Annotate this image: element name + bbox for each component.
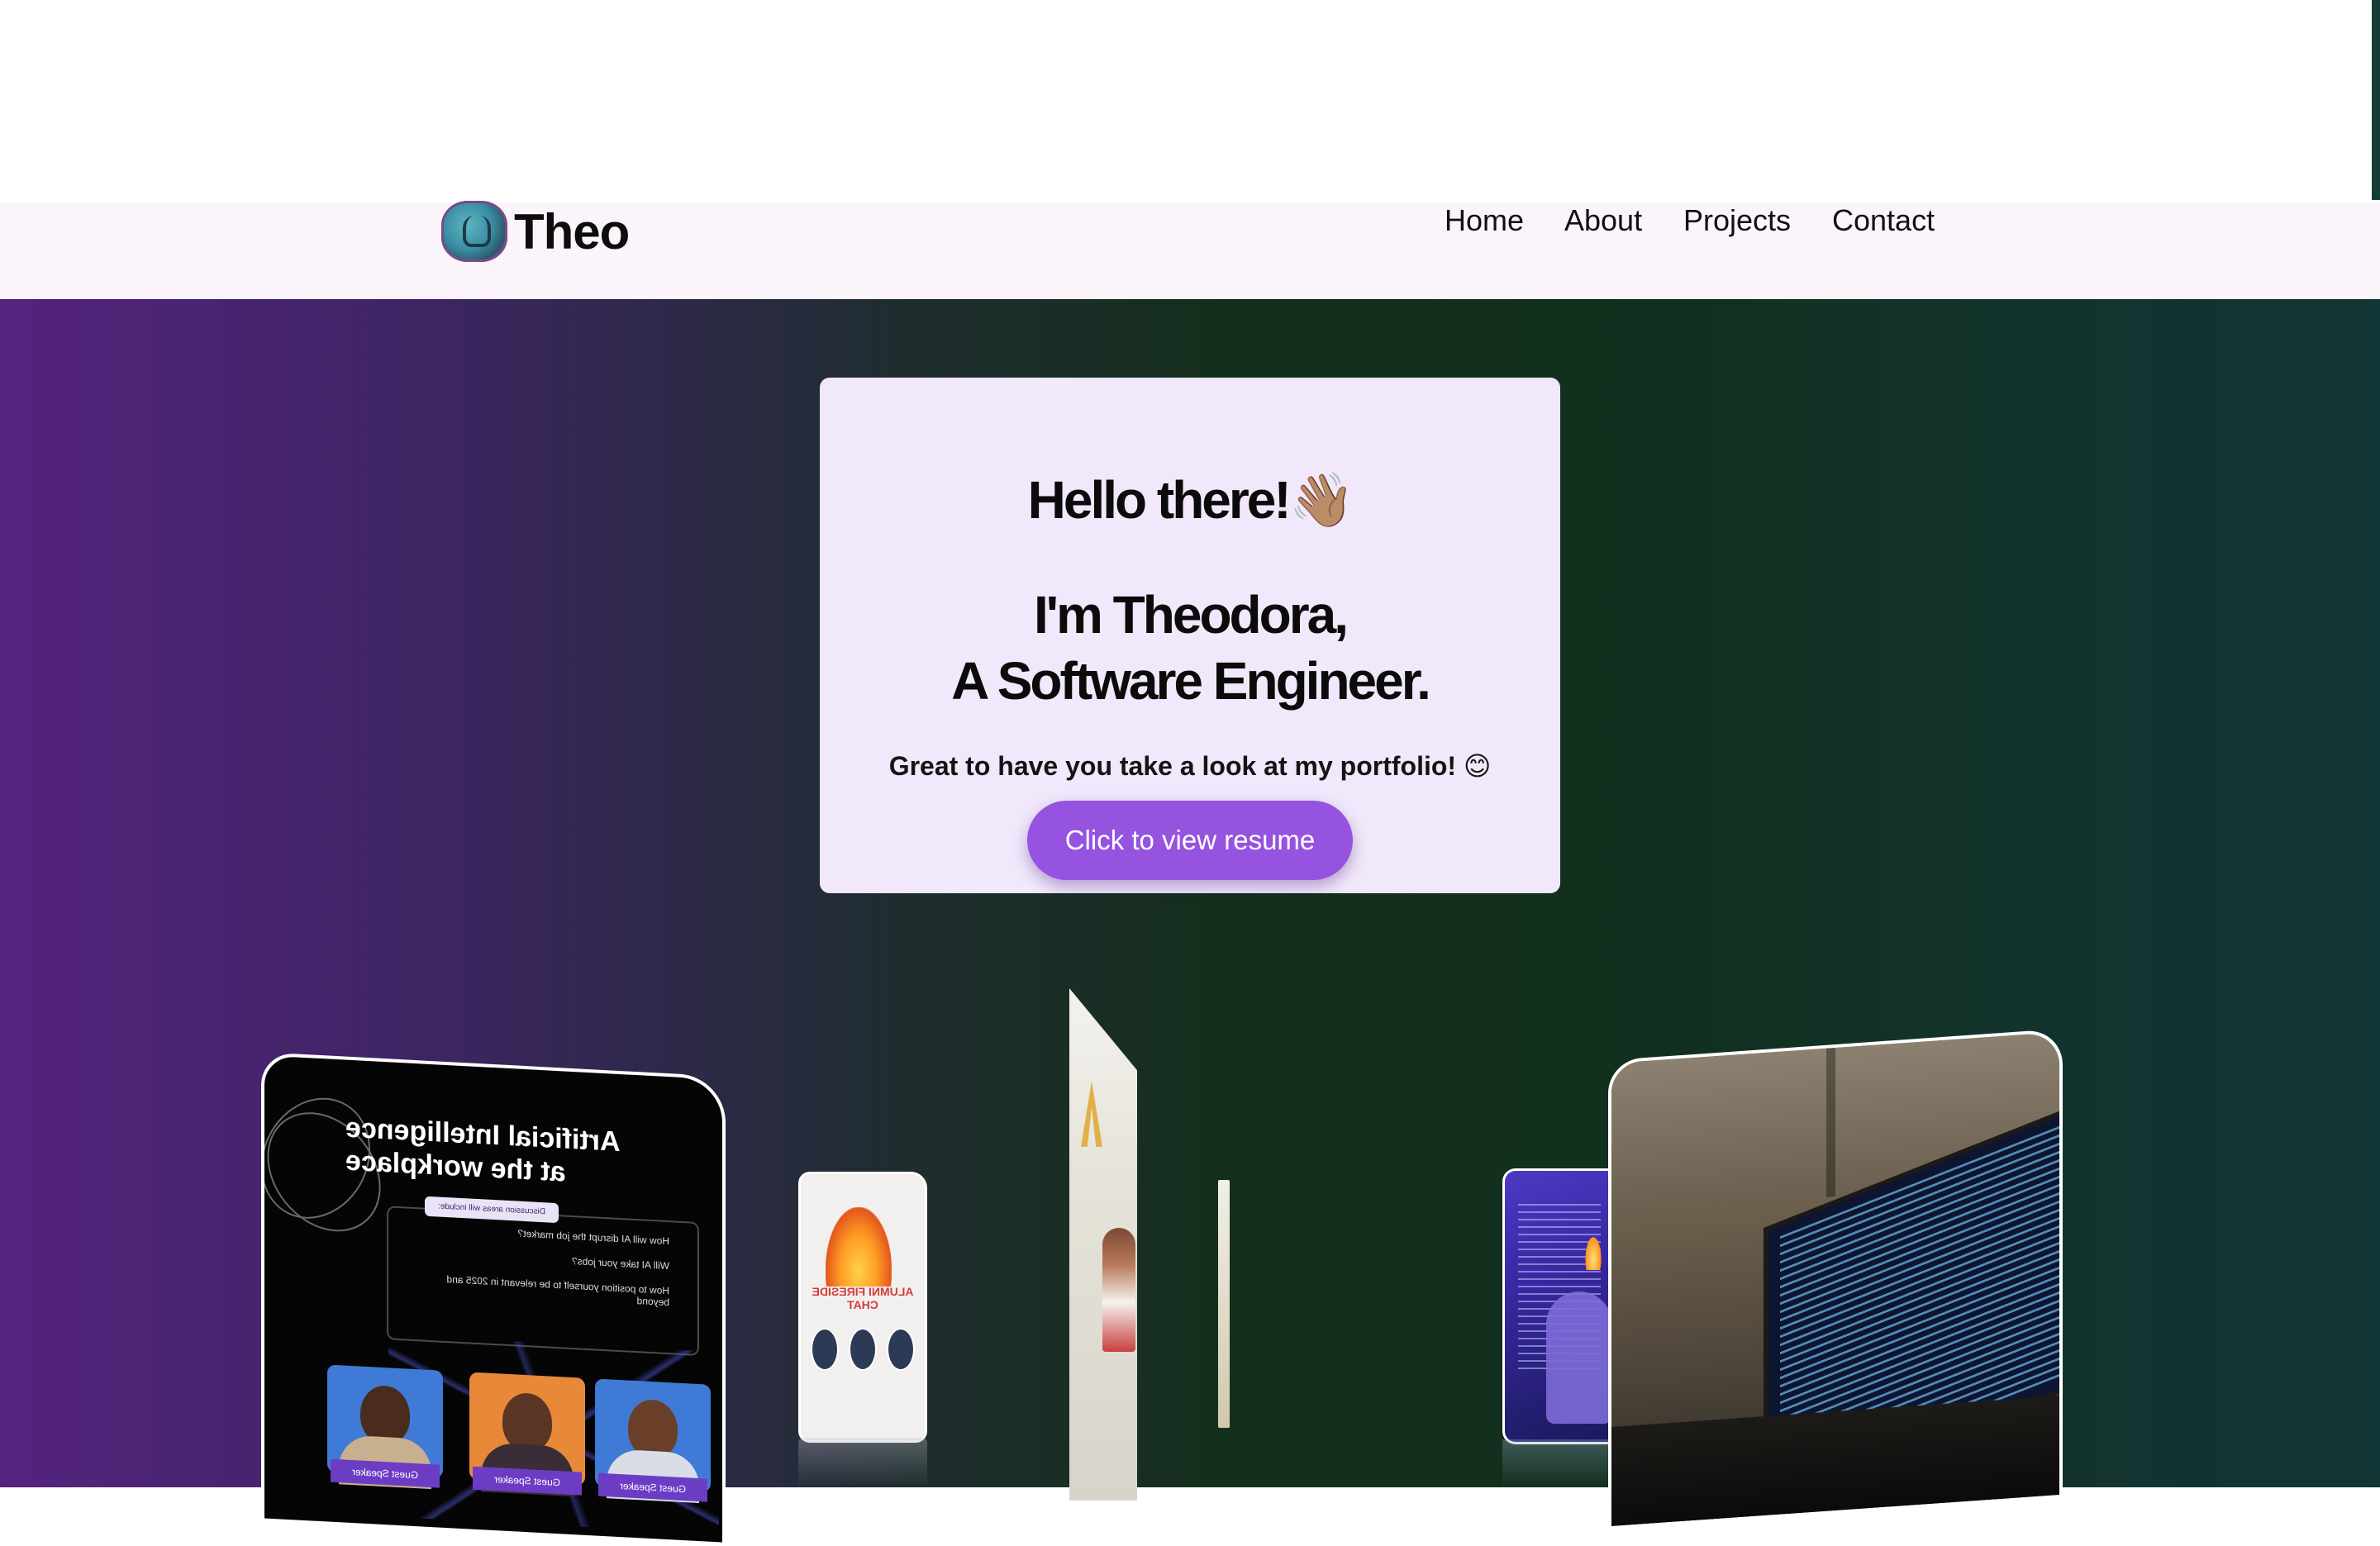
brand[interactable]: Theo [441, 197, 630, 266]
lighter-flame-icon [1584, 1234, 1602, 1270]
speaker-avatar [849, 1328, 877, 1371]
greeting-heading: Hello there!👋🏽 [1027, 470, 1355, 530]
chevron-logo-icon [1081, 1081, 1102, 1147]
intro-heading: I'm Theodora, A Software Engineer. [0, 582, 2380, 714]
nav-about[interactable]: About [1564, 203, 1642, 238]
navbar [0, 203, 2380, 299]
nav-home[interactable]: Home [1445, 203, 1524, 238]
tagline: Great to have you take a look at my port… [888, 751, 1492, 781]
scrollbar-edge [2372, 0, 2380, 200]
brand-name: Theo [514, 203, 630, 259]
hand-photo [1546, 1292, 1612, 1424]
speaker-avatar [887, 1328, 915, 1371]
intro-line-role: A Software Engineer. [951, 651, 1431, 711]
lion-logo-icon [441, 201, 507, 262]
nav-contact[interactable]: Contact [1832, 203, 1935, 238]
intro-line-name: I'm Theodora, [1033, 585, 1349, 645]
gallery-portrait-panel[interactable] [1069, 988, 1137, 1501]
panel-reflection [1502, 1439, 1623, 1487]
view-resume-button[interactable]: Click to view resume [1027, 801, 1353, 880]
speaker-avatar [811, 1328, 839, 1371]
person-photo [1102, 1228, 1135, 1352]
desk-area [1611, 1396, 2059, 1526]
gallery-thin-panel[interactable] [1218, 1180, 1230, 1428]
fire-icon [826, 1207, 892, 1287]
nav-projects[interactable]: Projects [1683, 203, 1791, 238]
ai-poster-title: Artificial Intelligence at the workplace [345, 1111, 621, 1188]
fireside-title: ALUMNI FIRESIDE CHAT [812, 1285, 914, 1311]
gallery-fireside-poster[interactable]: ALUMNI FIRESIDE CHAT [798, 1172, 927, 1443]
top-blank-area [0, 0, 2380, 203]
gallery-ai-poster[interactable]: Artificial Intelligence at the workplace… [261, 1052, 726, 1546]
panel-reflection [798, 1438, 927, 1487]
gallery-code-panel[interactable] [1502, 1168, 1621, 1444]
gallery-office-photo[interactable] [1608, 1028, 2063, 1530]
